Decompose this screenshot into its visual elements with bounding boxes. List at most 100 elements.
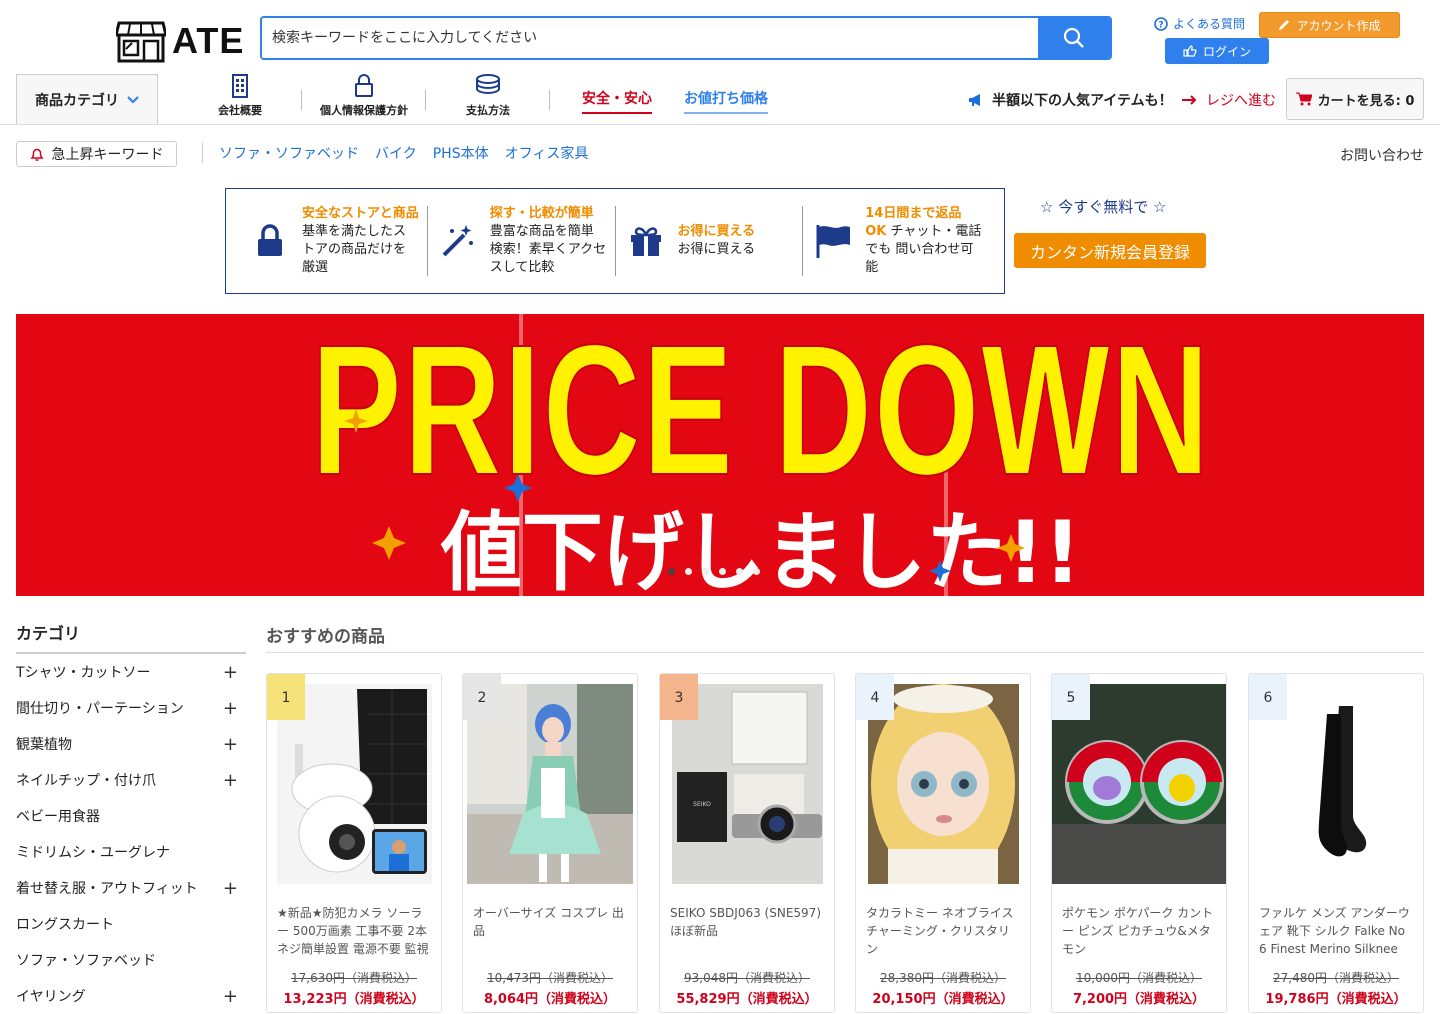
- sidebar-category-item[interactable]: イヤリング +: [16, 978, 246, 1014]
- lock-icon: [355, 74, 373, 97]
- carousel-dot[interactable]: [668, 568, 675, 575]
- faq-link[interactable]: ? よくある質問: [1154, 15, 1245, 32]
- thumbs-up-icon: [1183, 45, 1197, 57]
- carousel-dot[interactable]: [685, 568, 692, 575]
- product-price: 20,150円（消費税込）: [872, 992, 1014, 1007]
- feature-item: お得に買える お得に買える: [616, 206, 804, 276]
- trending-keywords-button[interactable]: 急上昇キーワード: [16, 141, 177, 167]
- sidebar-category-item[interactable]: ミドリムシ・ユーグレナ: [16, 834, 246, 870]
- nav-company-label: 会社概要: [218, 104, 262, 117]
- sidebar-category-label: ネイルチップ・付け爪: [16, 773, 156, 789]
- sidebar-category-item[interactable]: 間仕切り・パーテーション +: [16, 690, 246, 726]
- sidebar-category-item[interactable]: ロングスカート: [16, 906, 246, 942]
- section-divider: [266, 652, 1424, 653]
- search-input[interactable]: [262, 18, 1038, 58]
- nav-payment-label: 支払方法: [466, 104, 510, 117]
- plus-icon[interactable]: +: [223, 662, 238, 683]
- banner-graphic: PRICE DOWN 値下げしました!!: [16, 314, 1424, 596]
- search-icon: [1063, 27, 1084, 48]
- carousel-dot[interactable]: [702, 568, 709, 575]
- product-name[interactable]: ファルケ メンズ アンダーウェア 靴下 シルク Falke No 6 Fines…: [1259, 904, 1414, 958]
- sidebar-category-item[interactable]: ベビー用食器: [16, 798, 246, 834]
- rank-badge: 2: [463, 674, 501, 720]
- login-button[interactable]: ログイン: [1165, 38, 1269, 64]
- sidebar-category-item[interactable]: 観葉植物 +: [16, 726, 246, 762]
- plus-icon[interactable]: +: [223, 698, 238, 719]
- product-card[interactable]: SEIKO 3 SEIKO SBDJ063 (SNE597) ほぼ新品 93,0…: [659, 673, 835, 1013]
- cart-button[interactable]: カートを見る: 0: [1286, 78, 1424, 120]
- category-menu-label: 商品カテゴリ: [35, 92, 119, 109]
- promo-text[interactable]: 半額以下の人気アイテムも！: [968, 90, 1173, 110]
- carousel-dot[interactable]: [736, 568, 743, 575]
- divider: [301, 90, 302, 110]
- keyword-link[interactable]: バイク: [375, 143, 417, 163]
- checkout-link[interactable]: レジへ進む: [1182, 90, 1276, 110]
- svg-text:?: ?: [1158, 20, 1163, 30]
- hero-banner[interactable]: PRICE DOWN 値下げしました!!: [16, 314, 1424, 596]
- keyword-link[interactable]: オフィス家具: [505, 143, 589, 163]
- sidebar-heading: カテゴリ: [16, 620, 246, 654]
- sidebar-category-item[interactable]: ネイルチップ・付け爪 +: [16, 762, 246, 798]
- free-signup-text: ☆ 今すぐ無料で ☆: [1040, 198, 1167, 216]
- tab-safe[interactable]: 安全・安心: [582, 88, 652, 114]
- nav-company[interactable]: 会社概要: [185, 74, 295, 118]
- carousel-dot[interactable]: [719, 568, 726, 575]
- promo-label: 半額以下の人気アイテムも！: [992, 93, 1173, 109]
- create-account-button[interactable]: アカウント作成: [1259, 12, 1400, 38]
- login-label: ログイン: [1202, 44, 1251, 59]
- sidebar-category-label: ベビー用食器: [16, 809, 100, 825]
- product-name[interactable]: ポケモン ポケパーク カントー ピンズ ピカチュウ&メタモン: [1062, 904, 1217, 958]
- magic-wand-icon: [442, 225, 473, 257]
- keyword-link[interactable]: PHS本体: [433, 143, 489, 163]
- register-button[interactable]: カンタン新規会員登録: [1014, 233, 1206, 268]
- features-box: 安全なストアと商品 基準を満たしたストアの商品だけを厳選 探す・比較が簡単 豊富…: [225, 188, 1005, 294]
- product-card[interactable]: 1 ★新品★防犯カメラ ソーラー 500万画素 工事不要 2本ネジ簡単設置 電源…: [266, 673, 442, 1013]
- contact-link[interactable]: お問い合わせ: [1340, 145, 1424, 165]
- feature-highlight: 探す・比較が簡単: [489, 206, 594, 221]
- product-old-price: 27,480円（消費税込）: [1273, 971, 1399, 985]
- logo-text: ATE: [172, 20, 245, 61]
- flag-icon: [816, 225, 851, 258]
- gift-icon: [630, 227, 661, 256]
- product-name[interactable]: ★新品★防犯カメラ ソーラー 500万画素 工事不要 2本ネジ簡単設置 電源不要…: [277, 904, 432, 958]
- tab-price[interactable]: お値打ち価格: [684, 88, 768, 114]
- sidebar-category-item[interactable]: ソファ・ソファベッド: [16, 942, 246, 978]
- sidebar-category-label: ミドリムシ・ユーグレナ: [16, 845, 170, 861]
- search-button[interactable]: [1038, 18, 1110, 58]
- keyword-links: ソファ・ソファベッド バイク PHS本体 オフィス家具: [202, 143, 604, 163]
- plus-icon[interactable]: +: [223, 878, 238, 899]
- product-price: 7,200円（消費税込）: [1072, 992, 1206, 1007]
- keyword-link[interactable]: ソファ・ソファベッド: [219, 143, 359, 163]
- nav-privacy[interactable]: 個人情報保護方針: [309, 74, 419, 118]
- chevron-down-icon: [127, 95, 139, 104]
- divider: [425, 90, 426, 110]
- plus-icon[interactable]: +: [223, 770, 238, 791]
- site-logo[interactable]: ATE: [116, 18, 244, 64]
- plus-icon[interactable]: +: [223, 734, 238, 755]
- carousel-dot[interactable]: [753, 568, 760, 575]
- sidebar-category-label: 観葉植物: [16, 737, 72, 753]
- sidebar-category-label: イヤリング: [16, 989, 86, 1005]
- sidebar-category-item[interactable]: Tシャツ・カットソー +: [16, 654, 246, 690]
- sidebar-category-item[interactable]: 着せ替え服・アウトフィット +: [16, 870, 246, 906]
- coins-icon: [476, 74, 500, 95]
- nav-payment[interactable]: 支払方法: [433, 74, 543, 118]
- feature-text: お得に買える: [677, 242, 756, 257]
- product-card[interactable]: 6 ファルケ メンズ アンダーウェア 靴下 シルク Falke No 6 Fin…: [1248, 673, 1424, 1013]
- product-card[interactable]: 5 ポケモン ポケパーク カントー ピンズ ピカチュウ&メタモン 10,000円…: [1051, 673, 1227, 1013]
- product-name[interactable]: SEIKO SBDJ063 (SNE597) ほぼ新品: [670, 904, 825, 958]
- banner-subtitle: 値下げしました!!: [440, 503, 1081, 596]
- category-menu-button[interactable]: 商品カテゴリ: [16, 74, 158, 124]
- plus-icon[interactable]: +: [223, 986, 238, 1007]
- feature-text: 豊富な商品を簡単検索！素早くアクセスして比較: [489, 224, 607, 275]
- feature-item: 安全なストアと商品 基準を満たしたストアの商品だけを厳選: [240, 206, 428, 276]
- product-name[interactable]: タカラトミー ネオブライス チャーミング・クリスタリン: [866, 904, 1021, 958]
- sidebar-category-label: 間仕切り・パーテーション: [16, 701, 184, 717]
- product-old-price: 10,000円（消費税込）: [1076, 971, 1202, 985]
- product-name[interactable]: オーバーサイズ コスプレ 出品: [473, 904, 628, 958]
- recommended-heading: おすすめの商品: [266, 627, 385, 647]
- feature-item: 探す・比較が簡単 豊富な商品を簡単検索！素早くアクセスして比較: [428, 206, 616, 276]
- product-card[interactable]: 4 タカラトミー ネオブライス チャーミング・クリスタリン 28,380円（消費…: [855, 673, 1031, 1013]
- product-card[interactable]: 2 オーバーサイズ コスプレ 出品 10,473円（消費税込） 8,064円（消…: [462, 673, 638, 1013]
- rank-badge: 4: [856, 674, 894, 720]
